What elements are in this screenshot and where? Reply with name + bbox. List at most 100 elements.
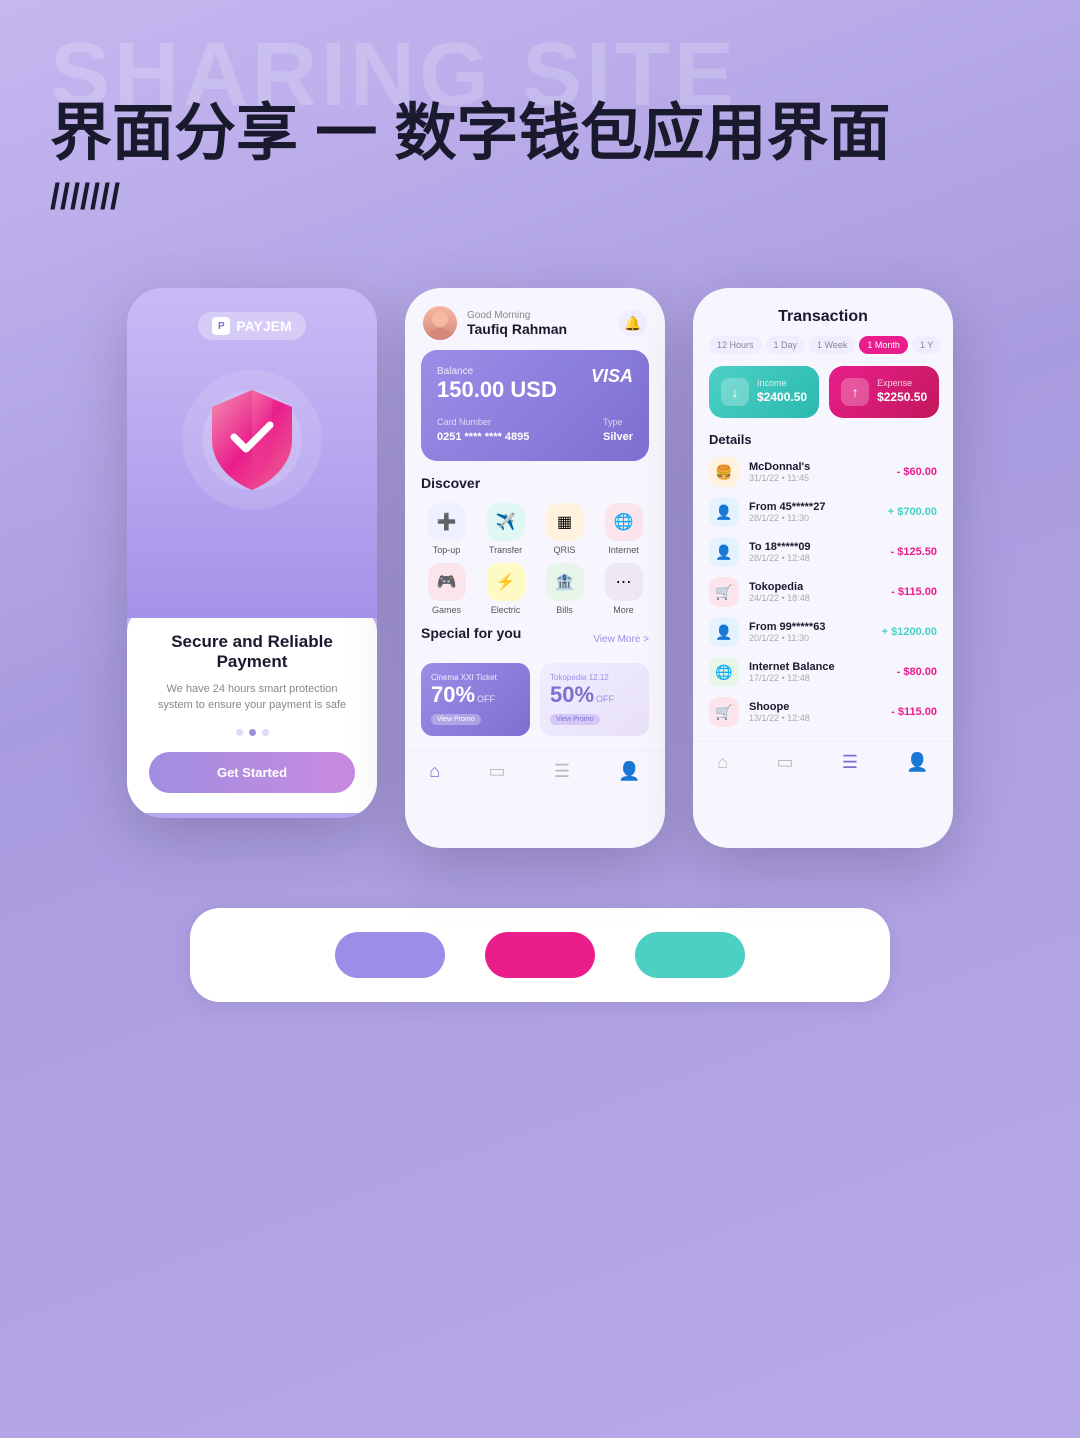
tx-date: 24/1/22 • 18:48 [749, 593, 881, 603]
promo-toko-label: Tokopedia 12.12 [550, 673, 639, 682]
electric-icon: ⚡ [487, 563, 525, 601]
tokopedia-icon: 🛒 [709, 577, 739, 607]
phone1-desc: We have 24 hours smart protection system… [149, 682, 355, 713]
card-number-field: Card Number 0251 **** **** 4895 [437, 417, 529, 445]
details-section: Details 🍔 McDonnal's 31/1/22 • 11:45 - $… [693, 432, 953, 727]
special-header: Special for you View More > [421, 625, 649, 653]
avatar-face [423, 306, 457, 340]
transaction-list: 🍔 McDonnal's 31/1/22 • 11:45 - $60.00 👤 … [709, 457, 937, 727]
card-balance: 150.00 USD [437, 377, 557, 403]
shoope-icon: 🛒 [709, 697, 739, 727]
tx-date: 31/1/22 • 11:45 [749, 473, 887, 483]
tokopedia-info: Tokopedia 24/1/22 • 18:48 [749, 581, 881, 603]
discover-bills[interactable]: 🏦 Bills [539, 563, 590, 615]
transfer-icon: ✈️ [487, 503, 525, 541]
cinema-btn[interactable]: View Promo [431, 714, 481, 725]
tx-amount: - $115.00 [891, 586, 937, 598]
swatch-pink [485, 932, 595, 978]
table-row: 👤 From 99*****63 20/1/22 • 11:30 + $1200… [709, 617, 937, 647]
phone-onboarding: P PAYJEM [127, 288, 377, 818]
discover-electric[interactable]: ⚡ Electric [480, 563, 531, 615]
internet-label: Internet [608, 545, 639, 555]
tx-amount: - $60.00 [897, 466, 937, 478]
topup-label: Top-up [433, 545, 461, 555]
nav3-home-icon[interactable]: ⌂ [717, 752, 728, 773]
tx-date: 28/1/22 • 12:48 [749, 553, 881, 563]
table-row: 🍔 McDonnal's 31/1/22 • 11:45 - $60.00 [709, 457, 937, 487]
income-card: ↓ Income $2400.50 [709, 366, 819, 418]
internet-icon: 🌐 [605, 503, 643, 541]
games-label: Games [432, 605, 461, 615]
discover-internet[interactable]: 🌐 Internet [598, 503, 649, 555]
filter-1d[interactable]: 1 Day [766, 336, 806, 354]
payjem-logo-text: PAYJEM [236, 318, 291, 334]
nav3-profile-icon[interactable]: 👤 [906, 752, 928, 773]
discover-qris[interactable]: ▦ QRIS [539, 503, 590, 555]
transfer-label: Transfer [489, 545, 522, 555]
card-header: Balance 150.00 USD VISA [437, 366, 633, 403]
transfer-in-icon: 👤 [709, 497, 739, 527]
discover-transfer[interactable]: ✈️ Transfer [480, 503, 531, 555]
mcdonalds-icon: 🍔 [709, 457, 739, 487]
phone1-top: P PAYJEM [127, 288, 377, 618]
qris-label: QRIS [553, 545, 575, 555]
nav-history-icon[interactable]: ☰ [554, 761, 570, 782]
table-row: 🛒 Tokopedia 24/1/22 • 18:48 - $115.00 [709, 577, 937, 607]
transfer-out-info: To 18*****09 28/1/22 • 12:48 [749, 541, 881, 563]
bills-label: Bills [556, 605, 573, 615]
nav-home-icon[interactable]: ⌂ [429, 761, 440, 782]
tx-amount: - $125.50 [891, 546, 937, 558]
tx-date: 28/1/22 • 11:30 [749, 513, 878, 523]
greeting-text: Good Morning [467, 310, 567, 321]
discover-more[interactable]: ⋯ More [598, 563, 649, 615]
user-text: Good Morning Taufiq Rahman [467, 310, 567, 337]
payjem-logo: P PAYJEM [198, 312, 305, 340]
phone3-nav: ⌂ ▭ ☰ 👤 [693, 741, 953, 781]
payjem-logo-icon: P [212, 317, 230, 335]
visa-brand: VISA [591, 366, 633, 387]
special-title: Special for you [421, 625, 521, 641]
promo-tokopedia[interactable]: Tokopedia 12.12 50% OFF View Promo [540, 663, 649, 736]
card-type-field: Type Silver [603, 417, 633, 445]
promo-cinema[interactable]: Cinema XXI Ticket 70% OFF View Promo [421, 663, 530, 736]
card-number-value: 0251 **** **** 4895 [437, 431, 529, 443]
card-balance-group: Balance 150.00 USD [437, 366, 557, 403]
more-icon: ⋯ [605, 563, 643, 601]
get-started-button[interactable]: Get Started [149, 752, 355, 793]
cinema-off: OFF [477, 694, 495, 704]
nav3-history-icon[interactable]: ☰ [842, 752, 858, 773]
page-subtitle: /////// [50, 176, 1030, 218]
table-row: 🌐 Internet Balance 17/1/22 • 12:48 - $80… [709, 657, 937, 687]
tx-name: From 45*****27 [749, 501, 878, 513]
shield-icon [202, 385, 302, 495]
toko-btn[interactable]: View Promo [550, 714, 600, 725]
electric-label: Electric [491, 605, 521, 615]
view-more-link[interactable]: View More > [593, 634, 649, 645]
dot-3 [262, 729, 269, 736]
filter-1m[interactable]: 1 Month [859, 336, 908, 354]
table-row: 👤 From 45*****27 28/1/22 • 11:30 + $700.… [709, 497, 937, 527]
discover-games[interactable]: 🎮 Games [421, 563, 472, 615]
nav-card-icon[interactable]: ▭ [488, 761, 505, 782]
bell-icon[interactable]: 🔔 [619, 309, 647, 337]
avatar [423, 306, 457, 340]
nav-profile-icon[interactable]: 👤 [618, 761, 640, 782]
discover-topup[interactable]: ➕ Top-up [421, 503, 472, 555]
details-title: Details [709, 432, 937, 447]
nav3-card-icon[interactable]: ▭ [776, 752, 793, 773]
filter-1y[interactable]: 1 Y [912, 336, 941, 354]
more-label: More [613, 605, 634, 615]
filter-12h[interactable]: 12 Hours [709, 336, 762, 354]
card-type-label: Type [603, 417, 633, 427]
tx-amount: - $115.00 [891, 706, 937, 718]
topup-icon: ➕ [428, 503, 466, 541]
swatch-purple [335, 932, 445, 978]
tx-amount: + $700.00 [888, 506, 937, 518]
transaction-title: Transaction [711, 308, 935, 326]
card-number-label: Card Number [437, 417, 529, 427]
promo-cinema-discount: 70% OFF [431, 682, 520, 708]
dot-1 [236, 729, 243, 736]
tx-name: Shoope [749, 701, 881, 713]
filter-1w[interactable]: 1 Week [809, 336, 855, 354]
phone1-bottom: Secure and Reliable Payment We have 24 h… [127, 608, 377, 813]
